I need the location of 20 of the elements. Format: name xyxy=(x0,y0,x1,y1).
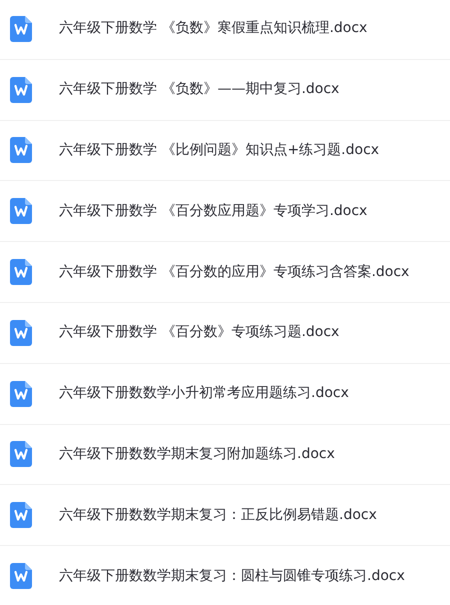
file-name-link[interactable]: 六年级下册数学 《百分数的应用》专项练习含答案.docx xyxy=(59,262,410,283)
word-document-icon xyxy=(10,259,32,286)
word-document-icon xyxy=(10,380,32,407)
file-name-link[interactable]: 六年级下册数学 《负数》——期中复习.docx xyxy=(59,79,340,100)
word-document-icon xyxy=(10,76,32,103)
word-document-icon xyxy=(10,563,32,590)
file-name-link[interactable]: 六年级下册数学 《百分数》专项练习题.docx xyxy=(59,322,340,344)
file-name-link[interactable]: 六年级下册数学 《百分数应用题》专项学习.docx xyxy=(59,200,368,222)
word-document-icon xyxy=(10,16,32,42)
word-document-icon xyxy=(10,198,32,224)
file-name-link[interactable]: 六年级下册数学 《负数》寒假重点知识梳理.docx xyxy=(59,18,368,40)
file-name-link[interactable]: 六年级下册数数学小升初常考应用题练习.docx xyxy=(59,383,349,404)
file-name-link[interactable]: 六年级下册数数学期末复习附加题练习.docx xyxy=(59,444,335,465)
word-document-icon xyxy=(10,502,32,528)
file-name-link[interactable]: 六年级下册数学 《比例问题》知识点+练习题.docx xyxy=(59,140,380,161)
word-document-icon xyxy=(10,137,32,164)
word-document-icon xyxy=(10,320,32,346)
word-document-icon xyxy=(10,441,32,468)
file-name-link[interactable]: 六年级下册数数学期末复习：正反比例易错题.docx xyxy=(59,504,377,526)
file-name-link[interactable]: 六年级下册数数学期末复习：圆柱与圆锥专项练习.docx xyxy=(59,566,405,587)
